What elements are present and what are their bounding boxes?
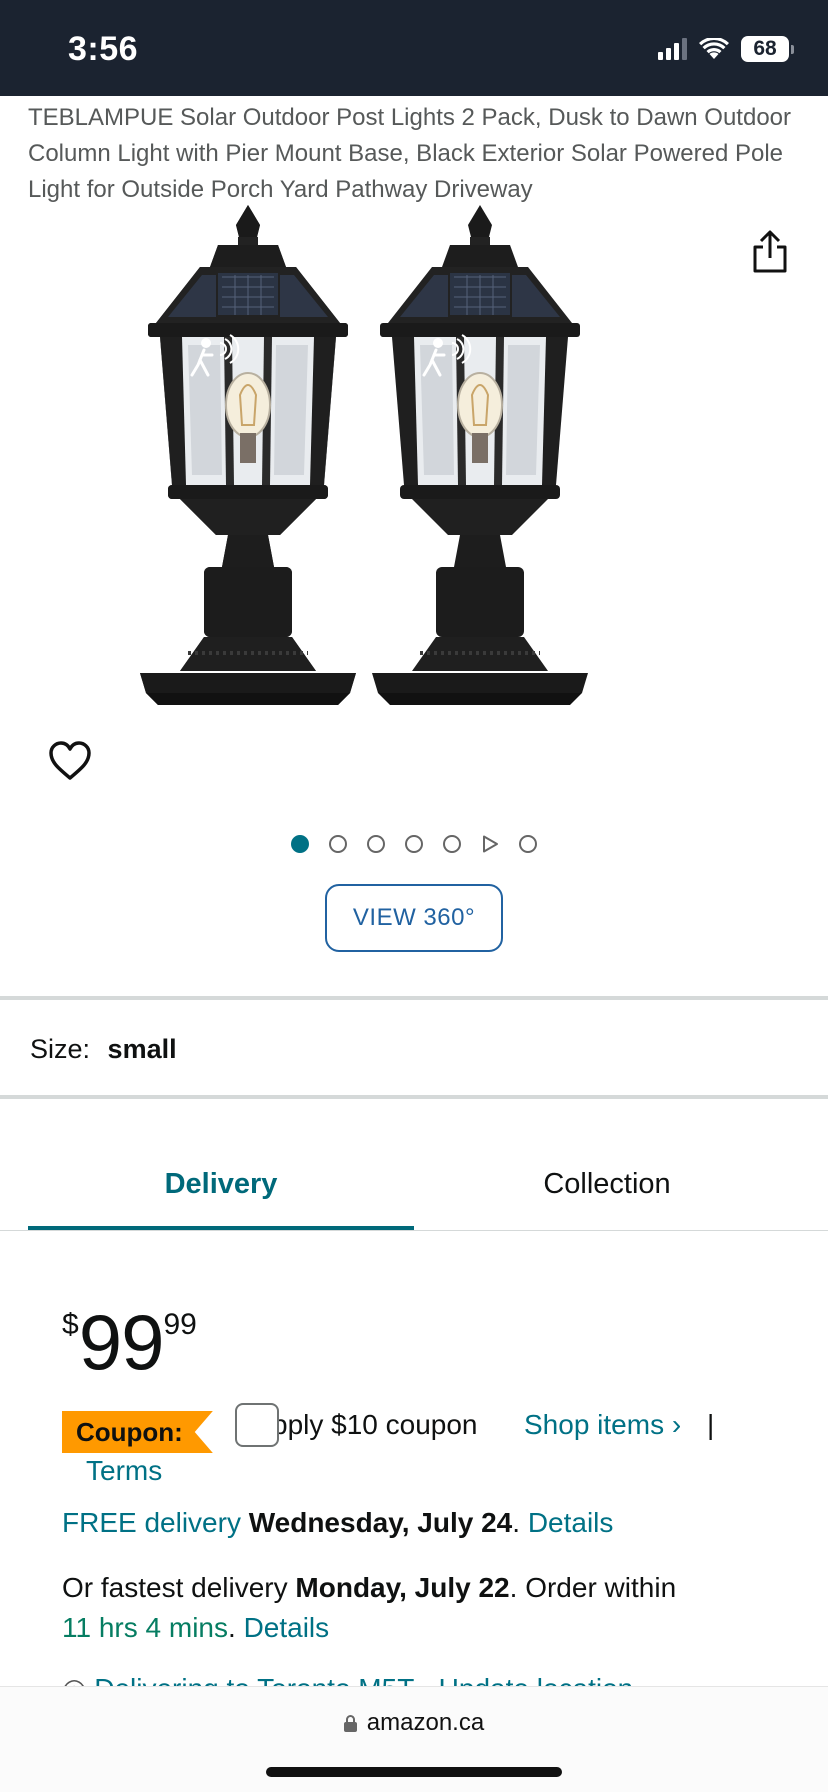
share-icon[interactable]: [750, 230, 790, 274]
free-delivery-link[interactable]: FREE delivery: [62, 1507, 241, 1538]
order-within-text: . Order within: [509, 1572, 677, 1603]
fulfillment-tabs: Delivery Collection: [0, 1140, 828, 1232]
product-title[interactable]: TEBLAMPUE Solar Outdoor Post Lights 2 Pa…: [28, 100, 808, 208]
punctuation: .: [512, 1507, 521, 1538]
status-time: 3:56: [68, 30, 139, 68]
order-countdown: 11 hrs 4 mins: [62, 1612, 228, 1643]
battery-icon: 68: [741, 36, 794, 62]
size-label: Size:: [30, 1034, 91, 1064]
tab-baseline: [0, 1230, 828, 1231]
carousel-indicator[interactable]: [0, 835, 828, 853]
fastest-delivery-details-link[interactable]: Details: [244, 1612, 330, 1643]
carousel-dot[interactable]: [329, 835, 347, 853]
shop-items-link[interactable]: Shop items ›: [524, 1409, 681, 1441]
cellular-signal-icon: [658, 38, 687, 60]
coupon-badge: Coupon:: [62, 1411, 213, 1453]
heart-icon[interactable]: [48, 740, 92, 782]
carousel-dot[interactable]: [519, 835, 537, 853]
coupon-row: Coupon: pply $10 coupon Shop items › |: [62, 1403, 822, 1453]
address-bar[interactable]: amazon.ca: [0, 1709, 828, 1737]
price: $ 99 99: [62, 1300, 197, 1384]
browser-bottom-bar: amazon.ca: [0, 1686, 828, 1792]
url-text: amazon.ca: [366, 1709, 485, 1736]
size-value: small: [107, 1034, 177, 1064]
fastest-delivery-line: Or fastest delivery Monday, July 22. Ord…: [62, 1568, 676, 1608]
fastest-delivery-prefix: Or fastest delivery: [62, 1572, 288, 1603]
view-360-button[interactable]: VIEW 360°: [325, 884, 503, 952]
home-indicator[interactable]: [266, 1767, 562, 1777]
free-delivery-date: Wednesday, July 24: [248, 1507, 513, 1538]
size-selector[interactable]: Size: small: [30, 1034, 177, 1065]
carousel-dot[interactable]: [291, 835, 309, 853]
price-whole: 99: [78, 1298, 165, 1386]
carousel-dot[interactable]: [405, 835, 423, 853]
product-image-gallery[interactable]: [0, 205, 828, 805]
price-fraction: 99: [163, 1308, 197, 1341]
free-delivery-line: FREE delivery Wednesday, July 24. Detail…: [62, 1503, 613, 1543]
carousel-dot[interactable]: [443, 835, 461, 853]
section-divider: [0, 1095, 828, 1099]
price-symbol: $: [62, 1308, 79, 1341]
tab-collection[interactable]: Collection: [414, 1140, 800, 1228]
coupon-checkbox[interactable]: [235, 1403, 279, 1447]
coupon-text: pply $10 coupon: [272, 1409, 478, 1440]
terms-link[interactable]: Terms: [86, 1455, 162, 1487]
free-delivery-details-link[interactable]: Details: [528, 1507, 614, 1538]
punctuation: .: [228, 1612, 236, 1643]
product-image[interactable]: [140, 205, 680, 805]
countdown-line: 11 hrs 4 mins. Details: [62, 1608, 329, 1648]
tab-delivery[interactable]: Delivery: [28, 1140, 414, 1228]
status-bar: 3:56 68: [0, 0, 828, 96]
battery-level: 68: [741, 36, 789, 62]
carousel-dot[interactable]: [367, 835, 385, 853]
status-icons: 68: [658, 34, 794, 64]
fastest-delivery-date: Monday, July 22: [295, 1572, 510, 1603]
video-play-icon[interactable]: [481, 835, 499, 853]
wifi-icon: [699, 38, 729, 60]
lock-icon: [343, 1714, 357, 1732]
coupon-separator: |: [707, 1409, 715, 1440]
section-divider: [0, 996, 828, 1000]
